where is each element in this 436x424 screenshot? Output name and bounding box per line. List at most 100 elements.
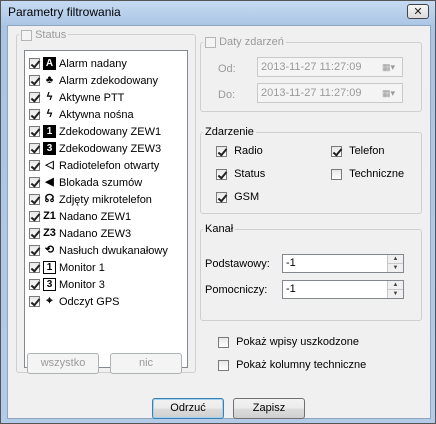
monitor3-icon: 3 bbox=[43, 278, 56, 291]
event-gsm-checkbox[interactable] bbox=[216, 191, 227, 203]
speaker-open-icon: ◁ bbox=[45, 159, 54, 171]
primary-channel-label: Podstawowy: bbox=[205, 258, 270, 270]
status-legend[interactable]: Status bbox=[19, 29, 69, 42]
speaker-mute-icon: ◀ bbox=[45, 176, 54, 188]
status-checkbox[interactable] bbox=[21, 29, 32, 41]
status-item-checkbox[interactable] bbox=[29, 126, 40, 137]
status-item-checkbox[interactable] bbox=[29, 194, 40, 205]
status-item-checkbox[interactable] bbox=[29, 245, 40, 256]
event-gsm-option[interactable]: GSM bbox=[216, 191, 259, 203]
dates-checkbox[interactable] bbox=[205, 36, 216, 48]
select-none-button[interactable]: nic bbox=[110, 353, 182, 374]
status-item-checkbox[interactable] bbox=[29, 262, 40, 273]
status-item-label: Radiotelefon otwarty bbox=[59, 159, 160, 172]
status-item[interactable]: A Alarm nadany bbox=[29, 55, 127, 72]
save-button[interactable]: Zapisz bbox=[233, 398, 305, 419]
status-item-checkbox[interactable] bbox=[29, 92, 40, 103]
event-status-option[interactable]: Status bbox=[216, 168, 265, 180]
show-technical-columns-checkbox[interactable] bbox=[218, 359, 229, 371]
status-item[interactable]: Z3 Nadano ZEW3 bbox=[29, 225, 131, 242]
status-item-checkbox[interactable] bbox=[29, 143, 40, 154]
sent-call1-icon: Z1 bbox=[43, 210, 56, 222]
gps-icon: ⌖ bbox=[46, 295, 53, 307]
event-telefon-checkbox[interactable] bbox=[331, 145, 342, 157]
event-techniczne-option[interactable]: Techniczne bbox=[331, 168, 404, 180]
ptt-icon: ϟ bbox=[46, 91, 53, 103]
status-item-label: Zdekodowany ZEW1 bbox=[59, 125, 162, 138]
event-gsm-label: GSM bbox=[234, 191, 260, 203]
status-item-label: Blokada szumów bbox=[59, 176, 143, 189]
status-item-checkbox[interactable] bbox=[29, 58, 40, 69]
calendar-dropdown-icon[interactable]: ▦▾ bbox=[382, 61, 400, 73]
status-item-label: Aktywne PTT bbox=[59, 91, 125, 104]
status-item-label: Nadano ZEW1 bbox=[59, 210, 132, 223]
select-all-button[interactable]: wszystko bbox=[27, 353, 99, 374]
status-item[interactable]: ◁ Radiotelefon otwarty bbox=[29, 157, 159, 174]
monitor1-icon: 1 bbox=[43, 261, 56, 274]
show-technical-columns-option[interactable]: Pokaż kolumny techniczne bbox=[218, 359, 366, 371]
filter-dialog: Parametry filtrowania ✕ Status A Alarm na… bbox=[0, 0, 436, 424]
show-deleted-checkbox[interactable] bbox=[218, 336, 229, 348]
event-radio-option[interactable]: Radio bbox=[216, 145, 263, 157]
date-from-picker[interactable]: 2013-11-27 11:27:09 ▦▾ bbox=[257, 57, 403, 77]
event-radio-checkbox[interactable] bbox=[216, 145, 227, 157]
secondary-channel-spinner[interactable]: -1 ▲ ▼ bbox=[282, 280, 404, 299]
spinner-arrows[interactable]: ▲ ▼ bbox=[387, 255, 403, 272]
date-to-label: Do: bbox=[218, 89, 236, 101]
spin-up-icon[interactable]: ▲ bbox=[388, 281, 403, 290]
alarm-decoded-icon: ♣ bbox=[45, 74, 54, 86]
cancel-button[interactable]: Odrzuć bbox=[152, 398, 224, 419]
status-item-label: Nasłuch dwukanałowy bbox=[59, 244, 168, 257]
status-item[interactable]: ⟲ Nasłuch dwukanałowy bbox=[29, 242, 168, 259]
status-item-checkbox[interactable] bbox=[29, 296, 40, 307]
dates-legend[interactable]: Daty zdarzeń bbox=[203, 36, 286, 49]
status-item[interactable]: ◀ Blokada szumów bbox=[29, 174, 142, 191]
alarm-sent-icon: A bbox=[43, 57, 56, 70]
calendar-dropdown-icon[interactable]: ▦▾ bbox=[382, 87, 400, 99]
status-item-checkbox[interactable] bbox=[29, 228, 40, 239]
dates-label: Daty zdarzeń bbox=[219, 36, 284, 48]
close-button[interactable]: ✕ bbox=[407, 4, 429, 19]
spin-up-icon[interactable]: ▲ bbox=[388, 255, 403, 264]
status-item[interactable]: Z1 Nadano ZEW1 bbox=[29, 208, 131, 225]
date-to-picker[interactable]: 2013-11-27 11:27:09 ▦▾ bbox=[257, 83, 403, 103]
status-item[interactable]: 1 Zdekodowany ZEW1 bbox=[29, 123, 161, 140]
channel-group bbox=[200, 229, 422, 321]
spinner-arrows[interactable]: ▲ ▼ bbox=[387, 281, 403, 298]
decoded-call1-icon: 1 bbox=[43, 125, 56, 138]
event-radio-label: Radio bbox=[234, 145, 263, 157]
sent-call3-icon: Z3 bbox=[43, 227, 56, 239]
status-item[interactable]: ⌖ Odczyt GPS bbox=[29, 293, 120, 310]
status-item[interactable]: ϟ Aktywna nośna bbox=[29, 106, 134, 123]
status-item-checkbox[interactable] bbox=[29, 109, 40, 120]
status-item-label: Zdjęty mikrotelefon bbox=[59, 193, 152, 206]
status-item-label: Aktywna nośna bbox=[59, 108, 134, 121]
show-deleted-option[interactable]: Pokaż wpisy uszkodzone bbox=[218, 336, 359, 348]
spin-down-icon[interactable]: ▼ bbox=[388, 264, 403, 272]
event-status-checkbox[interactable] bbox=[216, 168, 227, 180]
spin-down-icon[interactable]: ▼ bbox=[388, 290, 403, 298]
primary-channel-value: -1 bbox=[286, 257, 296, 269]
decoded-call3-icon: 3 bbox=[43, 142, 56, 155]
status-item[interactable]: 3 Zdekodowany ZEW3 bbox=[29, 140, 161, 157]
status-item[interactable]: ☊ Zdjęty mikrotelefon bbox=[29, 191, 152, 208]
status-item-checkbox[interactable] bbox=[29, 279, 40, 290]
status-item[interactable]: ♣ Alarm zdekodowany bbox=[29, 72, 158, 89]
status-item-checkbox[interactable] bbox=[29, 160, 40, 171]
status-item-checkbox[interactable] bbox=[29, 211, 40, 222]
event-techniczne-checkbox[interactable] bbox=[331, 168, 342, 180]
secondary-channel-label: Pomocniczy: bbox=[205, 284, 268, 296]
primary-channel-spinner[interactable]: -1 ▲ ▼ bbox=[282, 254, 404, 273]
status-item-label: Alarm nadany bbox=[59, 57, 127, 70]
status-item[interactable]: ϟ Aktywne PTT bbox=[29, 89, 124, 106]
status-item[interactable]: 1 Monitor 1 bbox=[29, 259, 105, 276]
microphone-icon: ☊ bbox=[44, 193, 55, 205]
status-item-checkbox[interactable] bbox=[29, 177, 40, 188]
status-item[interactable]: 3 Monitor 3 bbox=[29, 276, 105, 293]
date-from-label: Od: bbox=[218, 63, 236, 75]
status-item-label: Monitor 3 bbox=[59, 278, 105, 291]
event-telefon-option[interactable]: Telefon bbox=[331, 145, 385, 157]
status-item-label: Monitor 1 bbox=[59, 261, 105, 274]
status-item-checkbox[interactable] bbox=[29, 75, 40, 86]
status-list[interactable]: A Alarm nadany ♣ Alarm zdekodowany ϟ Aktywne … bbox=[24, 50, 188, 368]
